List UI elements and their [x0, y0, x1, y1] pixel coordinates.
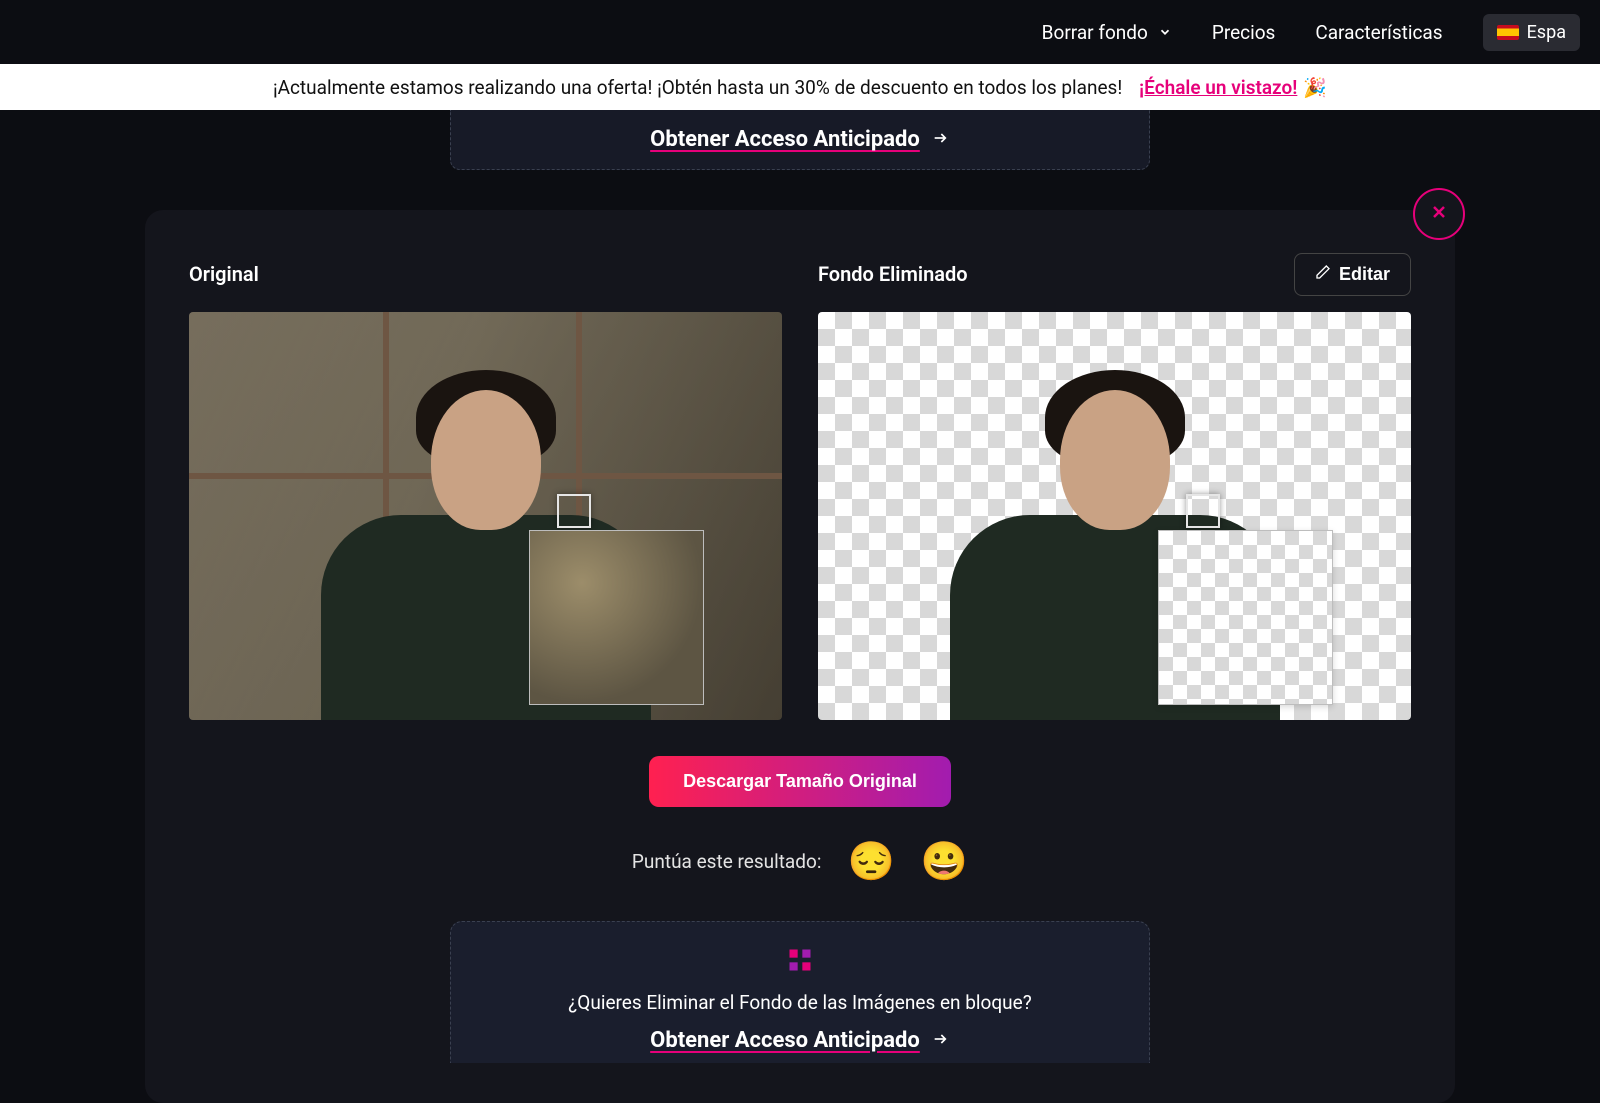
arrow-right-icon — [930, 1028, 950, 1053]
edit-label: Editar — [1339, 264, 1390, 285]
download-label: Descargar Tamaño Original — [683, 771, 917, 791]
promo-banner: ¡Actualmente estamos realizando una ofer… — [0, 64, 1600, 110]
early-access-button-top[interactable]: Obtener Acceso Anticipado — [650, 127, 950, 152]
nav-remove-bg-label: Borrar fondo — [1042, 21, 1148, 44]
images-row: Original Fondo Eliminado — [189, 254, 1411, 720]
original-image[interactable] — [189, 312, 782, 720]
bulk-cta-label: Obtener Acceso Anticipado — [650, 1028, 920, 1053]
zoom-selector-removed[interactable] — [1186, 494, 1220, 528]
original-column: Original — [189, 254, 782, 720]
result-card: Original Fondo Eliminado — [145, 210, 1455, 1103]
removed-image[interactable] — [818, 312, 1411, 720]
nav-pricing-label: Precios — [1212, 21, 1276, 44]
close-button[interactable] — [1413, 188, 1465, 240]
download-button[interactable]: Descargar Tamaño Original — [649, 756, 951, 807]
edit-button[interactable]: Editar — [1294, 253, 1411, 296]
bulk-card: ¿Quieres Eliminar el Fondo de las Imágen… — [450, 921, 1150, 1063]
party-popper-icon: 🎉 — [1303, 76, 1327, 99]
nav-remove-bg[interactable]: Borrar fondo — [1042, 21, 1172, 44]
bulk-app-icon — [481, 946, 1119, 981]
original-label: Original — [189, 262, 259, 286]
promo-text: ¡Actualmente estamos realizando una ofer… — [273, 76, 1122, 99]
rate-row: Puntúa este resultado: 😔 😀 — [189, 843, 1411, 881]
removed-label: Fondo Eliminado — [818, 262, 968, 286]
happy-face-icon: 😀 — [921, 841, 968, 883]
bulk-question: ¿Quieres Eliminar el Fondo de las Imágen… — [481, 991, 1119, 1014]
zoom-selector[interactable] — [557, 494, 591, 528]
zoom-preview-original — [529, 530, 704, 705]
original-header: Original — [189, 254, 782, 294]
top-nav: Borrar fondo Precios Características Esp… — [0, 0, 1600, 64]
sad-face-icon: 😔 — [847, 841, 894, 883]
nav-pricing[interactable]: Precios — [1212, 21, 1276, 44]
language-label: Espa — [1527, 22, 1566, 43]
removed-column: Fondo Eliminado Editar — [818, 254, 1411, 720]
spain-flag-icon — [1497, 25, 1519, 40]
close-icon — [1429, 200, 1449, 228]
promo-link[interactable]: ¡Échale un vistazo! — [1139, 76, 1297, 99]
bulk-cta-button[interactable]: Obtener Acceso Anticipado — [650, 1028, 950, 1053]
early-access-label: Obtener Acceso Anticipado — [650, 127, 920, 152]
rate-label: Puntúa este resultado: — [632, 850, 822, 873]
pencil-icon — [1315, 264, 1331, 285]
nav-features[interactable]: Características — [1315, 21, 1442, 44]
rate-bad-button[interactable]: 😔 — [847, 843, 894, 881]
language-selector[interactable]: Espa — [1483, 14, 1580, 51]
removed-header: Fondo Eliminado Editar — [818, 254, 1411, 294]
early-access-bar-top: Obtener Acceso Anticipado — [450, 110, 1150, 170]
arrow-right-icon — [930, 127, 950, 152]
nav-features-label: Características — [1315, 21, 1442, 44]
zoom-preview-removed — [1158, 530, 1333, 705]
rate-good-button[interactable]: 😀 — [921, 843, 968, 881]
chevron-down-icon — [1158, 25, 1172, 39]
